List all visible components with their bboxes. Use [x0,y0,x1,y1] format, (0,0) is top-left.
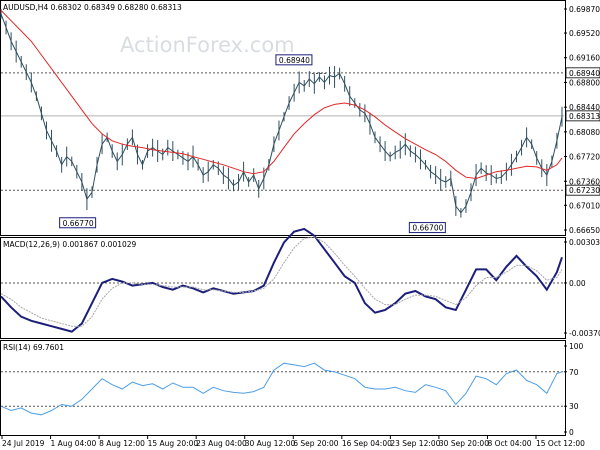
price-y-tick-label: 0.69520 [569,29,600,38]
x-tick-label: 8 Oct 04:00 [487,439,531,448]
rsi-panel-frame [0,340,566,436]
level-label: 0.68940 [569,69,600,78]
price-y-tick-label: 0.66650 [569,226,600,235]
macd-y-tick-label: -0.003706 [569,329,600,338]
price-y-tick-label: 0.67720 [569,153,600,162]
price-y-tick-label: 0.68800 [569,78,600,87]
x-tick-label: 23 Sep 12:00 [390,439,440,448]
x-tick-label: 23 Aug 04:00 [196,439,247,448]
x-tick-label: 15 Aug 20:00 [148,439,199,448]
rsi-y-tick-label: 100 [569,342,584,351]
macd-y-tick-label: 0.00 [569,279,586,288]
signal-line [0,236,563,327]
x-tick-label: 16 Sep 04:00 [342,439,392,448]
chart-canvas: ActionForex.com AUDUSD,H4 0.68302 0.6834… [0,0,600,448]
chart-window: ActionForex.com AUDUSD,H4 0.68302 0.6834… [0,0,600,450]
x-tick-label: 8 Aug 12:00 [99,439,145,448]
x-tick-label: 30 Aug 12:00 [245,439,296,448]
macd-y-tick-label: 0.003031 [569,238,600,247]
rsi-y-tick-label: 70 [569,368,579,377]
rsi-line [0,362,563,416]
level-annotation: 0.66770 [63,219,94,228]
price-header: AUDUSD,H4 0.68302 0.68349 0.68280 0.6831… [3,3,182,12]
level-annotation: 0.68940 [279,56,310,65]
rsi-y-tick-label: 0 [569,428,574,437]
level-label: 0.67230 [569,186,600,195]
watermark: ActionForex.com [120,33,295,57]
rsi-header: RSI(14) 69.7601 [3,343,64,352]
price-y-tick-label: 0.69160 [569,54,600,63]
rsi-y-tick-label: 30 [569,402,579,411]
price-y-tick-label: 0.69870 [569,5,600,14]
price-y-tick-label: 0.68080 [569,128,600,137]
macd-header: MACD(12,26,9) 0.001867 0.001029 [3,240,137,249]
x-tick-label: 15 Oct 12:00 [536,439,585,448]
price-y-tick-label: 0.67010 [569,201,600,210]
level-annotation: 0.66700 [412,224,443,233]
x-tick-label: 1 Aug 04:00 [51,439,97,448]
x-tick-label: 30 Sep 20:00 [439,439,489,448]
x-tick-label: 6 Sep 20:00 [293,439,339,448]
level-label: 0.68313 [569,112,600,121]
x-tick-label: 24 Jul 2019 [2,439,45,448]
